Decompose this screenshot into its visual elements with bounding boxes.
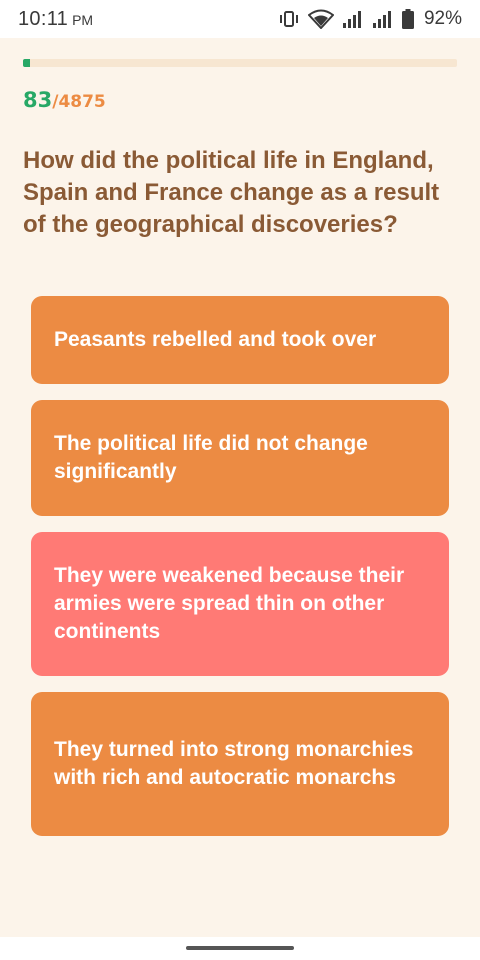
progress-bar [23, 59, 457, 67]
question-text: How did the political life in England, S… [23, 147, 440, 238]
navigation-bar [0, 937, 480, 960]
wifi-icon [307, 9, 334, 29]
status-time-group: 10:11 PM [18, 8, 93, 31]
answer-label: Peasants rebelled and took over [54, 328, 377, 351]
question-counter: 83/4875 [23, 88, 106, 112]
home-gesture-handle[interactable] [186, 946, 294, 950]
status-ampm: PM [72, 11, 94, 28]
status-bar: 10:11 PM 92% [0, 0, 480, 38]
answer-label: They turned into strong monarchies with … [54, 738, 414, 789]
answer-label: They were weakened because their armies … [54, 564, 405, 643]
answer-option-1[interactable]: Peasants rebelled and took over [31, 296, 449, 384]
answer-option-4[interactable]: They turned into strong monarchies with … [31, 692, 449, 836]
vibrate-icon [278, 11, 300, 27]
status-time: 10:11 [18, 7, 69, 30]
counter-total: /4875 [52, 92, 106, 112]
counter-current: 83 [23, 88, 53, 112]
answer-label: The political life did not change signif… [54, 432, 368, 483]
signal-icon [342, 10, 364, 28]
battery-icon [401, 9, 414, 29]
status-icons: 92% [278, 8, 462, 30]
signal-icon [372, 10, 394, 28]
answer-option-3[interactable]: They were weakened because their armies … [31, 532, 449, 676]
answer-option-2[interactable]: The political life did not change signif… [31, 400, 449, 516]
progress-fill [23, 59, 31, 67]
battery-percent: 92% [423, 8, 462, 29]
